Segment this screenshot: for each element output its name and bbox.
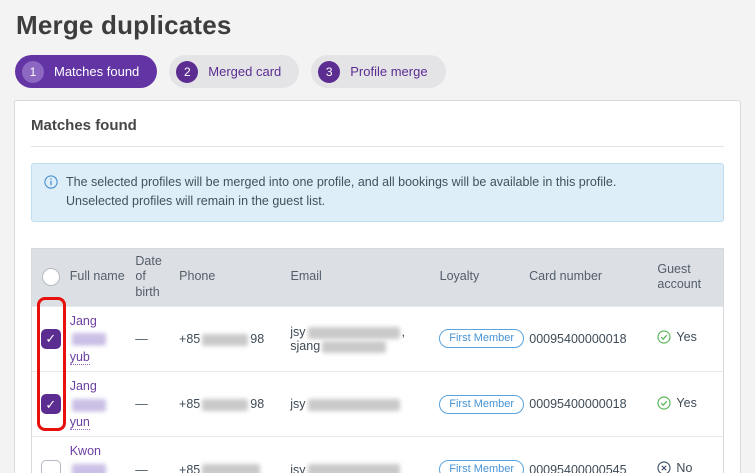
table-row: ✓ Jang yun — +8598 jsy First Member 0009… <box>32 371 723 436</box>
dob-value: — <box>135 327 179 351</box>
header-guest-account: Guest account <box>651 257 723 298</box>
dob-value: — <box>135 392 179 416</box>
info-line-1: The selected profiles will be merged int… <box>66 173 616 192</box>
guest-name-link[interactable]: Jang yub <box>70 312 128 366</box>
table-row: Kwon — +85 jsy First Member 000954000005… <box>32 436 723 473</box>
guest-name-link[interactable]: Kwon <box>70 442 128 473</box>
header-phone: Phone <box>179 264 290 290</box>
yes-icon <box>657 396 671 410</box>
dob-value: — <box>135 458 179 473</box>
info-icon <box>44 175 58 194</box>
email-value: jsy <box>290 392 439 416</box>
header-card-number: Card number <box>529 264 651 290</box>
check-icon: ✓ <box>45 332 56 345</box>
card-number-value: 00095400000018 <box>529 327 651 351</box>
step-label: Matches found <box>54 64 139 79</box>
merge-duplicates-page: Merge duplicates 1 Matches found 2 Merge… <box>0 0 755 473</box>
table-row: ✓ Jang yub — +8598 jsy, sjang First Memb… <box>32 306 723 371</box>
loyalty-badge[interactable]: First Member <box>439 329 524 348</box>
panel-title: Matches found <box>31 117 724 134</box>
loyalty-badge[interactable]: First Member <box>439 460 524 473</box>
matches-table: Full name Date of birth Phone Email Loya… <box>31 248 724 473</box>
step-matches-found[interactable]: 1 Matches found <box>15 55 157 88</box>
wizard-steps: 1 Matches found 2 Merged card 3 Profile … <box>15 55 741 88</box>
divider <box>31 146 724 147</box>
yes-icon <box>657 330 671 344</box>
step-label: Merged card <box>208 64 281 79</box>
select-all-checkbox[interactable] <box>42 268 60 286</box>
guest-account-value: Yes <box>676 396 696 410</box>
phone-value: +8598 <box>179 327 290 351</box>
table-header-row: Full name Date of birth Phone Email Loya… <box>32 249 723 306</box>
info-banner: The selected profiles will be merged int… <box>31 163 724 222</box>
step-number-badge: 2 <box>176 61 198 83</box>
phone-value: +8598 <box>179 392 290 416</box>
row-checkbox[interactable]: ✓ <box>41 329 61 349</box>
info-line-2: Unselected profiles will remain in the g… <box>66 192 616 211</box>
info-text: The selected profiles will be merged int… <box>66 173 616 212</box>
row-checkbox[interactable] <box>41 460 61 473</box>
email-value: jsy <box>290 458 439 473</box>
loyalty-badge[interactable]: First Member <box>439 395 524 414</box>
header-dob: Date of birth <box>135 249 179 306</box>
guest-name-link[interactable]: Jang yun <box>70 377 128 431</box>
step-profile-merge[interactable]: 3 Profile merge <box>311 55 445 88</box>
header-loyalty: Loyalty <box>440 264 529 290</box>
phone-value: +85 <box>179 458 290 473</box>
guest-account-value: No <box>676 461 692 473</box>
page-title: Merge duplicates <box>16 10 741 41</box>
header-email: Email <box>291 264 440 290</box>
card-number-value: 00095400000545 <box>529 458 651 473</box>
step-number-badge: 1 <box>22 61 44 83</box>
check-icon: ✓ <box>45 398 56 411</box>
guest-account-value: Yes <box>676 330 696 344</box>
step-merged-card[interactable]: 2 Merged card <box>169 55 299 88</box>
step-label: Profile merge <box>350 64 427 79</box>
card-number-value: 00095400000018 <box>529 392 651 416</box>
no-icon <box>657 461 671 473</box>
row-checkbox[interactable]: ✓ <box>41 394 61 414</box>
step-number-badge: 3 <box>318 61 340 83</box>
header-full-name: Full name <box>70 264 136 290</box>
matches-found-panel: Matches found The selected profiles will… <box>14 100 741 473</box>
email-value: jsy, sjang <box>290 320 439 358</box>
